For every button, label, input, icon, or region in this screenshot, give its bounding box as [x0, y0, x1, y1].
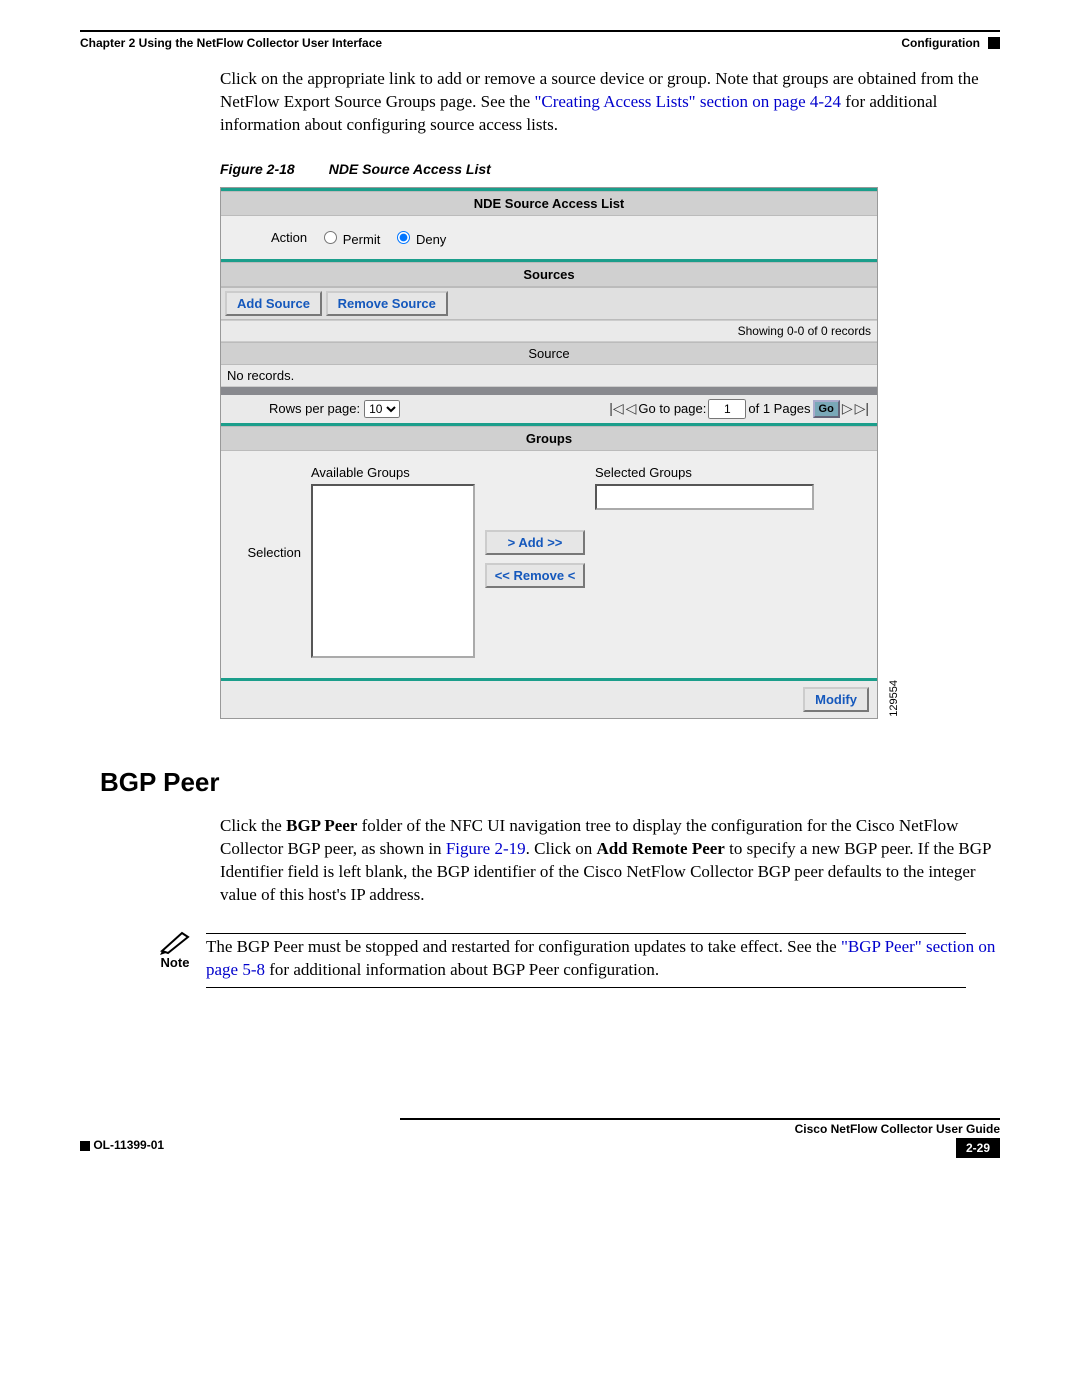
of-pages-label: of 1 Pages — [748, 401, 810, 416]
goto-page-input[interactable] — [708, 399, 746, 419]
note-label: Note — [161, 955, 190, 970]
note-text: The BGP Peer must be stopped and restart… — [206, 936, 1000, 982]
intro-xref-link[interactable]: "Creating Access Lists" section on page … — [534, 92, 841, 111]
selected-groups-label: Selected Groups — [595, 465, 692, 480]
footer-doc-title: Cisco NetFlow Collector User Guide — [795, 1122, 1000, 1136]
deny-radio[interactable]: Deny — [392, 228, 446, 247]
page-number-badge: 2-29 — [956, 1138, 1000, 1158]
modify-button[interactable]: Modify — [803, 687, 869, 712]
first-page-icon[interactable]: |◁ — [609, 400, 623, 417]
selection-label: Selection — [231, 465, 301, 560]
header-marker-icon — [988, 37, 1000, 49]
rows-per-page-label: Rows per page: — [269, 401, 360, 416]
action-label: Action — [271, 230, 307, 245]
figure-2-19-link[interactable]: Figure 2-19 — [446, 839, 526, 858]
figure-caption: Figure 2-18NDE Source Access List — [220, 161, 1000, 177]
footer-doc-id: OL-11399-01 — [93, 1138, 164, 1152]
sources-header: Sources — [221, 262, 877, 287]
add-group-button[interactable]: > Add >> — [485, 530, 585, 555]
remove-group-button[interactable]: << Remove < — [485, 563, 585, 588]
add-source-button[interactable]: Add Source — [225, 291, 322, 316]
selected-groups-list[interactable] — [595, 484, 814, 510]
section-heading-bgp-peer: BGP Peer — [100, 767, 1000, 798]
panel-title: NDE Source Access List — [221, 191, 877, 216]
last-page-icon[interactable]: ▷| — [855, 400, 869, 417]
goto-page-label: Go to page: — [638, 401, 706, 416]
figure-nde-source-access-list: NDE Source Access List Action Permit Den… — [220, 187, 878, 719]
header-section: Configuration — [901, 36, 980, 50]
source-column-header: Source — [221, 342, 877, 365]
groups-header: Groups — [221, 426, 877, 451]
remove-source-button[interactable]: Remove Source — [326, 291, 448, 316]
showing-records: Showing 0-0 of 0 records — [221, 320, 877, 342]
rows-per-page-select[interactable]: 10 — [364, 400, 400, 418]
prev-page-icon[interactable]: ◁ — [626, 400, 637, 417]
no-records-text: No records. — [221, 365, 877, 387]
available-groups-list[interactable] — [311, 484, 475, 658]
go-button[interactable]: Go — [813, 400, 840, 418]
figure-id-number: 129554 — [888, 680, 900, 717]
bgp-peer-paragraph: Click the BGP Peer folder of the NFC UI … — [220, 815, 1000, 907]
header-chapter: Chapter 2 Using the NetFlow Collector Us… — [80, 36, 382, 50]
available-groups-label: Available Groups — [311, 465, 410, 480]
note-icon — [160, 931, 190, 955]
footer-marker-icon — [80, 1141, 90, 1151]
intro-paragraph: Click on the appropriate link to add or … — [220, 68, 1000, 137]
permit-radio[interactable]: Permit — [319, 228, 380, 247]
next-page-icon[interactable]: ▷ — [842, 400, 853, 417]
